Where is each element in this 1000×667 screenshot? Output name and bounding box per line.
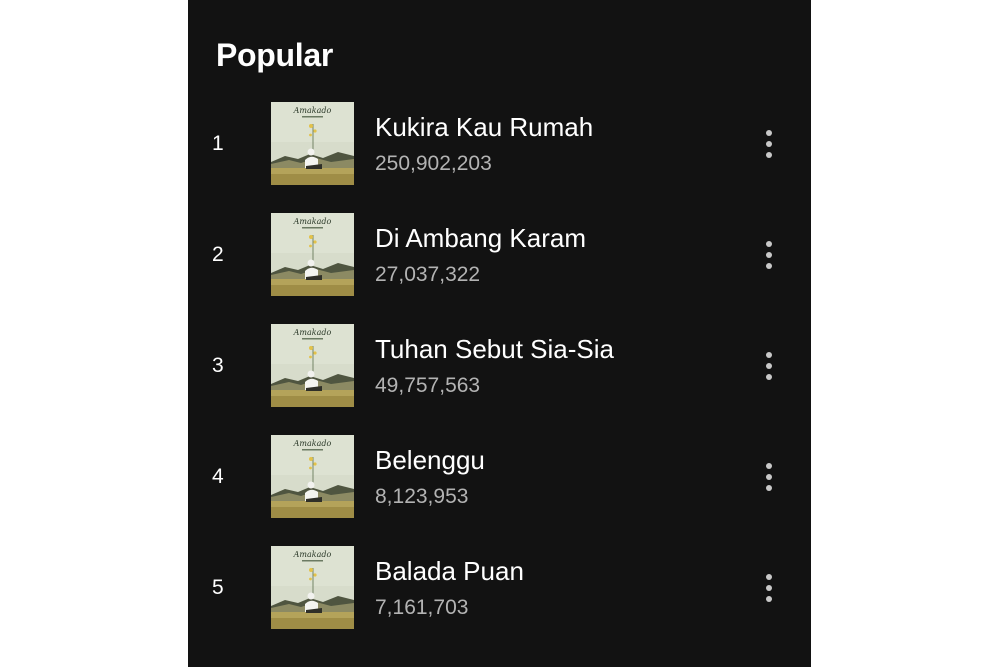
track-rank: 2 [212,243,224,266]
track-row[interactable]: 2 Amakado Di Ambang Karam 27,037,322 [188,211,811,322]
more-options-button[interactable] [754,568,784,608]
svg-text:Amakado: Amakado [293,106,332,115]
more-vertical-icon [766,241,772,269]
track-title: Balada Puan [375,556,524,586]
track-row[interactable]: 3 Amakado Tuhan Sebut Sia-Sia 49,757,563 [188,322,811,433]
more-vertical-icon [766,574,772,602]
track-row[interactable]: 1 Amakado Kukira Kau Rumah 250,902,203 [188,100,811,211]
album-art: Amakado [271,546,354,629]
more-vertical-icon [766,130,772,158]
track-title: Kukira Kau Rumah [375,112,594,142]
more-vertical-icon [766,352,772,380]
more-options-button[interactable] [754,124,784,164]
more-options-button[interactable] [754,457,784,497]
track-row[interactable]: 5 Amakado Balada Puan 7,161,703 [188,544,811,655]
track-list: 1 Amakado Kukira Kau Rumah 250,902,203 2… [188,100,811,655]
track-play-count: 27,037,322 [375,263,481,286]
track-play-count: 7,161,703 [375,596,469,619]
track-play-count: 250,902,203 [375,152,492,175]
track-rank: 4 [212,465,224,488]
more-options-button[interactable] [754,346,784,386]
popular-tracks-panel: Popular 1 Amakado Kukira Kau Rumah 250,9… [188,0,811,667]
track-rank: 3 [212,354,224,377]
svg-text:Amakado: Amakado [293,439,332,448]
track-play-count: 49,757,563 [375,374,481,397]
track-title: Belenggu [375,445,485,475]
svg-text:Amakado: Amakado [293,328,332,337]
album-art: Amakado [271,102,354,185]
track-play-count: 8,123,953 [375,485,469,508]
album-art: Amakado [271,435,354,518]
track-title: Tuhan Sebut Sia-Sia [375,334,614,364]
svg-text:Amakado: Amakado [293,217,332,226]
track-title: Di Ambang Karam [375,223,586,253]
track-row[interactable]: 4 Amakado Belenggu 8,123,953 [188,433,811,544]
track-rank: 1 [212,132,224,155]
album-art: Amakado [271,213,354,296]
track-rank: 5 [212,576,224,599]
more-vertical-icon [766,463,772,491]
more-options-button[interactable] [754,235,784,275]
svg-text:Amakado: Amakado [293,550,332,559]
album-art: Amakado [271,324,354,407]
section-title: Popular [216,37,334,73]
